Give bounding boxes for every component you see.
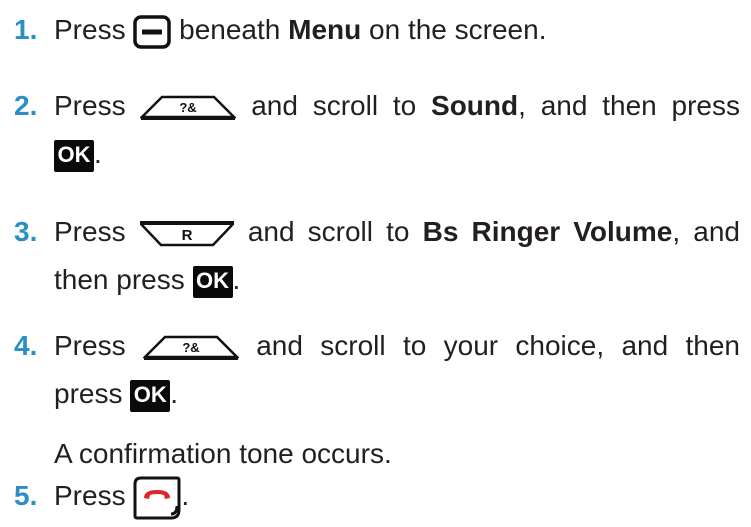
up-key-glyph: ?& [180,100,197,115]
step-text: . [181,480,190,511]
step-5: 5. Press . [0,472,740,520]
step-text: Press [54,480,134,511]
down-key-glyph: R [181,227,192,244]
step-text: then press [54,264,193,295]
step-text: and scroll to [236,90,432,121]
step-number: 1. [14,14,38,45]
step-text: Press [54,330,143,361]
sound-label: Sound [431,90,519,121]
menu-softkey-icon [133,14,172,49]
step-text: Press [54,216,139,247]
step-number: 4. [14,330,38,361]
step-number: 2. [14,90,38,121]
step-2: 2. Press ?& and scroll to Sound, and the… [0,82,740,178]
step-number: 3. [14,216,38,247]
step-4: 4. Press ?& and scroll to your choice, a… [0,322,740,478]
menu-label: Menu [288,14,362,45]
step-text: and scroll to [234,216,423,247]
step-text: . [94,138,102,169]
step-text: beneath [171,14,289,45]
ok-key-icon: OK [54,139,94,172]
step-3: 3. Press R and scroll to Bs Ringer Volum… [0,208,740,304]
ok-key-icon: OK [130,379,171,412]
up-navigation-key-icon: ?& [142,335,239,361]
bs-ringer-volume-label: Bs Ringer Volume [422,216,673,247]
ok-key-icon: OK [192,265,233,298]
step-text: Press [54,14,134,45]
step-text: and scroll to your choice, and then [238,330,740,361]
step-text: . [232,264,241,295]
up-navigation-key-icon: ?& [140,95,237,121]
step-text: , and [672,216,740,247]
confirmation-note: A confirmation tone occurs. [54,438,392,469]
step-text: Press [54,90,141,121]
step-text: press [54,378,131,409]
step-number: 5. [14,480,38,511]
step-text: on the screen. [361,14,547,45]
step-1: 1. Press beneath Menu on the screen. [0,6,740,54]
step-text: . [170,378,179,409]
step-text: , and then press [518,90,740,121]
end-call-key-icon [133,476,181,520]
up-key-glyph: ?& [182,340,199,355]
down-recall-key-icon: R [139,220,235,248]
